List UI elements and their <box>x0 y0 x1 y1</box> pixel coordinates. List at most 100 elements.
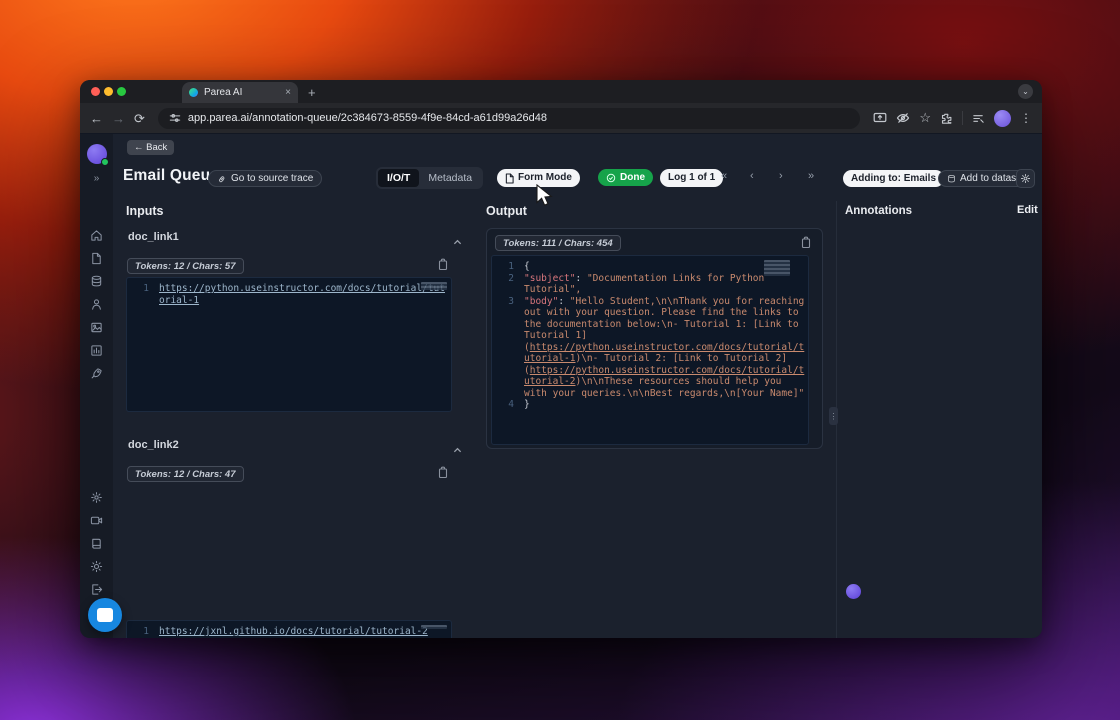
online-badge <box>101 158 109 166</box>
line-number: 1 <box>127 626 149 638</box>
logout-icon[interactable] <box>90 583 103 596</box>
users-icon[interactable] <box>90 298 103 311</box>
launch-icon[interactable] <box>90 367 103 380</box>
theme-sun-icon[interactable] <box>90 560 103 573</box>
copy-icon[interactable] <box>800 236 812 254</box>
code-segment: { <box>524 261 530 272</box>
tab-title: Parea AI <box>204 87 279 98</box>
gallery-icon[interactable] <box>90 321 103 334</box>
browser-window: Parea AI × + ⌄ ← → ⟳ app.parea.ai/annota… <box>80 80 1042 638</box>
log-counter-button: Log 1 of 1 <box>660 169 723 187</box>
close-window-button[interactable] <box>91 87 100 96</box>
browser-forward-icon[interactable]: → <box>112 112 125 125</box>
datasets-icon[interactable] <box>90 275 103 288</box>
go-to-source-trace-button[interactable]: Go to source trace <box>208 170 322 187</box>
browser-tab[interactable]: Parea AI × <box>182 82 298 103</box>
browser-toolbar: ← → ⟳ app.parea.ai/annotation-queue/2c38… <box>80 103 1042 133</box>
sidebar-expand-icon[interactable]: » <box>94 173 100 184</box>
app-sidebar: » <box>80 134 113 638</box>
settings-icon[interactable] <box>90 491 103 504</box>
code-segment: "subject" <box>524 273 575 284</box>
document-icon <box>505 173 514 184</box>
back-button[interactable]: ← Back <box>127 140 174 155</box>
doc-link2-editor[interactable]: 1 https://jxnl.github.io/docs/tutorial/t… <box>126 620 452 638</box>
output-section-title: Output <box>486 204 527 218</box>
queue-settings-button[interactable] <box>1016 169 1035 188</box>
dataset-icon <box>947 174 956 184</box>
tab-search-chevron-icon[interactable]: ⌄ <box>1018 84 1033 99</box>
inputs-section-title: Inputs <box>126 204 164 218</box>
copy-icon[interactable] <box>437 466 449 484</box>
annotations-section-title: Annotations <box>845 205 912 217</box>
adding-to-button[interactable]: Adding to: Emails <box>843 170 944 187</box>
code-line: "body": "Hello Student,\n\nThank you for… <box>524 296 808 400</box>
editor-minimap <box>421 625 447 629</box>
browser-menu-kebab-icon[interactable]: ⋮ <box>1020 111 1032 125</box>
share-screen-icon[interactable] <box>873 111 887 125</box>
link-icon <box>217 174 227 184</box>
page-title: Email Queue <box>123 167 219 185</box>
input-url-link[interactable]: https://jxnl.github.io/docs/tutorial/tut… <box>159 626 428 637</box>
collapse-chevron-up-icon[interactable] <box>453 442 462 451</box>
code-segment: : <box>558 296 569 307</box>
extensions-puzzle-icon[interactable] <box>940 112 953 125</box>
zoom-window-button[interactable] <box>117 87 126 96</box>
editor-minimap <box>421 282 447 290</box>
output-editor[interactable]: 1{2"subject": "Documentation Links for P… <box>491 255 809 445</box>
reports-icon[interactable] <box>90 344 103 357</box>
done-label: Done <box>620 173 645 183</box>
column-drag-handle[interactable]: ⋮ <box>829 407 838 425</box>
add-to-dataset-label: Add to dataset <box>960 174 1025 184</box>
pager-prev-icon[interactable]: ‹ <box>750 170 754 182</box>
input-url-link[interactable]: https://python.useinstructor.com/docs/tu… <box>159 283 445 306</box>
browser-profile-avatar[interactable] <box>994 110 1011 127</box>
preview-eye-off-icon[interactable] <box>896 111 910 125</box>
browser-reload-icon[interactable]: ⟳ <box>134 112 145 125</box>
address-bar[interactable]: app.parea.ai/annotation-queue/2c384673-8… <box>158 108 860 129</box>
workspace-avatar[interactable] <box>87 144 107 164</box>
code-line: } <box>524 399 808 411</box>
code-segment: : <box>575 273 586 284</box>
line-number: 1 <box>492 261 514 273</box>
check-circle-icon <box>606 173 616 183</box>
new-tab-button[interactable]: + <box>308 85 316 100</box>
pager-first-icon[interactable]: « <box>721 170 727 182</box>
chat-bubble-icon <box>97 608 113 622</box>
copy-icon[interactable] <box>437 258 449 276</box>
tokens-badge-doc-link2: Tokens: 12 / Chars: 47 <box>127 466 244 482</box>
doc-link1-editor[interactable]: 1 https://python.useinstructor.com/docs/… <box>126 277 452 412</box>
collapse-chevron-up-icon[interactable] <box>453 234 462 243</box>
pager-next-icon[interactable]: › <box>779 170 783 182</box>
field-label-doc-link2: doc_link2 <box>128 439 179 451</box>
gear-icon <box>1020 173 1031 184</box>
field-label-doc-link1: doc_link1 <box>128 231 179 243</box>
editor-minimap <box>764 260 790 276</box>
done-button[interactable]: Done <box>598 169 653 186</box>
logs-icon[interactable] <box>90 252 103 265</box>
view-tabs: I/O/T Metadata <box>376 167 483 189</box>
annotations-edit-link[interactable]: Edit <box>1017 204 1038 216</box>
line-number: 4 <box>492 399 514 411</box>
line-number: 1 <box>127 283 149 295</box>
code-segment: "body" <box>524 296 558 307</box>
site-settings-icon[interactable] <box>169 112 181 124</box>
minimize-window-button[interactable] <box>104 87 113 96</box>
output-code-lines: 1{2"subject": "Documentation Links for P… <box>492 261 808 411</box>
url-text: app.parea.ai/annotation-queue/2c384673-8… <box>188 112 547 124</box>
go-to-source-trace-label: Go to source trace <box>231 174 313 184</box>
output-panel: Tokens: 111 / Chars: 454 1{2"subject": "… <box>486 228 823 449</box>
docs-icon[interactable] <box>90 537 103 550</box>
tokens-badge-output: Tokens: 111 / Chars: 454 <box>495 235 621 251</box>
home-icon[interactable] <box>90 229 103 242</box>
reading-list-icon[interactable] <box>972 112 985 125</box>
pager-last-icon[interactable]: » <box>808 170 814 182</box>
browser-back-icon[interactable]: ← <box>90 112 103 125</box>
tab-iot[interactable]: I/O/T <box>378 169 419 187</box>
tokens-badge-doc-link1: Tokens: 12 / Chars: 57 <box>127 258 244 274</box>
intercom-chat-button[interactable] <box>88 598 122 632</box>
bookmark-star-icon[interactable]: ☆ <box>919 110 931 126</box>
tab-metadata[interactable]: Metadata <box>419 169 481 187</box>
video-icon[interactable] <box>90 514 103 527</box>
parea-favicon <box>189 88 198 97</box>
tab-close-icon[interactable]: × <box>285 88 291 98</box>
